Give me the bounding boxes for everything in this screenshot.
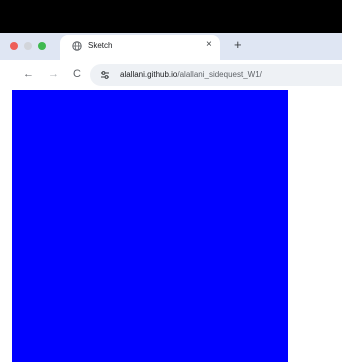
sketch-canvas[interactable] — [12, 90, 288, 362]
forward-button[interactable]: → — [48, 67, 59, 81]
url-path: /alallani_sidequest_W1/ — [177, 70, 262, 79]
url-host: alallani.github.io — [120, 70, 178, 79]
screen-top-bar — [0, 0, 342, 33]
window-minimize-button[interactable] — [24, 42, 32, 50]
tab-close-icon[interactable]: × — [206, 39, 212, 50]
window-maximize-button[interactable] — [38, 42, 46, 50]
reload-button[interactable]: C — [73, 67, 81, 81]
new-tab-button[interactable]: + — [234, 37, 242, 52]
address-bar[interactable]: alallani.github.io/alallani_sidequest_W1… — [90, 64, 342, 86]
globe-icon — [72, 41, 82, 51]
browser-tab[interactable]: Sketch × — [60, 35, 220, 60]
tune-icon[interactable] — [100, 70, 110, 80]
tab-title: Sketch — [88, 41, 113, 50]
window-close-button[interactable] — [10, 42, 18, 50]
back-button[interactable]: ← — [23, 67, 34, 81]
url-text[interactable]: alallani.github.io/alallani_sidequest_W1… — [120, 70, 262, 79]
